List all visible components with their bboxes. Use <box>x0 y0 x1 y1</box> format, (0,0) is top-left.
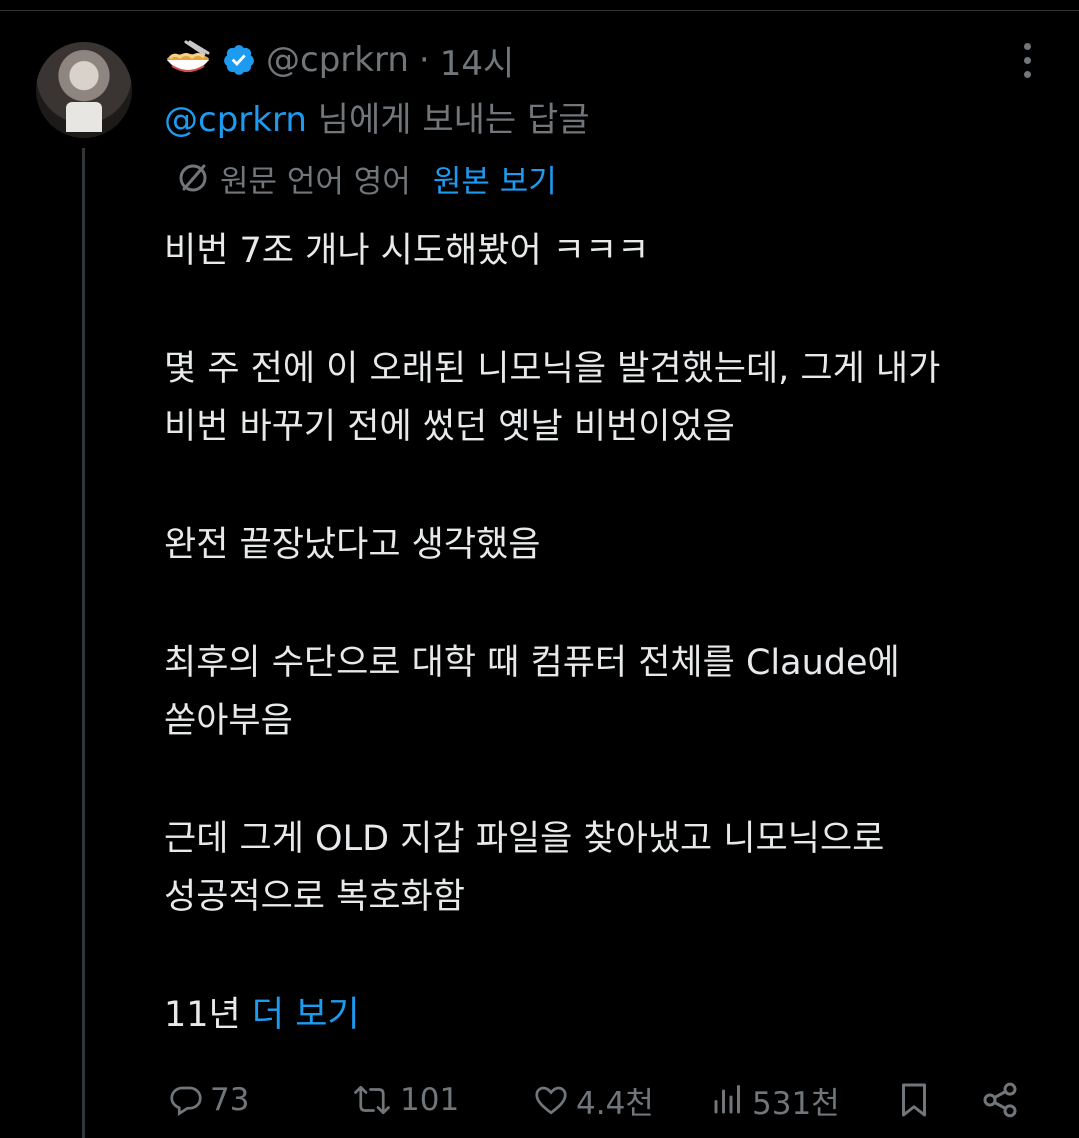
verified-badge-icon <box>222 43 256 77</box>
views-button[interactable]: 531천 <box>710 1072 840 1128</box>
tweet-paragraph: 근데 그게 OLD 지갑 파일을 찾아냈고 니모닉으로 성공적으로 복호화함 <box>164 819 885 917</box>
show-more-link[interactable]: 더 보기 <box>252 995 360 1035</box>
reply-mention-link[interactable]: @cprkrn <box>164 100 307 140</box>
noodle-bowl-emoji-icon <box>164 40 212 80</box>
translate-icon <box>176 161 210 195</box>
views-count: 531천 <box>752 1085 840 1122</box>
header-separator: · <box>418 40 430 80</box>
tweet-text: 비번 7조 개나 시도해봤어 ㅋㅋㅋ 몇 주 전에 이 오래된 니모닉을 발견했… <box>164 222 1044 1044</box>
share-button[interactable] <box>980 1072 1020 1128</box>
author-handle[interactable]: @cprkrn <box>266 40 409 80</box>
bookmark-button[interactable] <box>896 1072 932 1128</box>
reply-icon <box>168 1082 204 1118</box>
tweet-actions: 73 101 4.4천 531천 <box>164 1072 1034 1128</box>
truncated-text: 11년 <box>164 995 252 1035</box>
avatar[interactable] <box>36 42 132 138</box>
tweet-time[interactable]: 14시 <box>440 36 515 85</box>
reply-count: 73 <box>210 1082 250 1118</box>
like-count: 4.4천 <box>576 1085 654 1122</box>
tweet-paragraph: 몇 주 전에 이 오래된 니모닉을 발견했는데, 그게 내가 비번 바꾸기 전에… <box>164 349 941 447</box>
translation-label: 원문 언어 영어 <box>220 163 411 200</box>
tweet-paragraph: 완전 끝장났다고 생각했음 <box>164 525 541 565</box>
views-icon <box>710 1082 746 1118</box>
like-button[interactable]: 4.4천 <box>532 1072 654 1128</box>
tweet-paragraph: 비번 7조 개나 시도해봤어 ㅋㅋㅋ <box>164 231 650 271</box>
retweet-count: 101 <box>400 1082 460 1118</box>
share-icon <box>980 1080 1020 1120</box>
avatar-shirt <box>66 102 102 132</box>
retweet-button[interactable]: 101 <box>350 1072 459 1128</box>
retweet-icon <box>350 1082 394 1118</box>
show-original-link[interactable]: 원본 보기 <box>433 156 557 201</box>
tweet-paragraph: 최후의 수단으로 대학 때 컴퓨터 전체를 Claude에 쏟아부음 <box>164 643 900 741</box>
reply-context: @cprkrn 님에게 보내는 답글 <box>164 92 590 141</box>
bookmark-icon <box>896 1080 932 1120</box>
more-icon[interactable] <box>1012 40 1042 80</box>
reply-context-suffix: 님에게 보내는 답글 <box>306 100 590 140</box>
heart-icon <box>532 1082 570 1118</box>
reply-button[interactable]: 73 <box>168 1072 249 1128</box>
top-divider <box>0 10 1079 11</box>
translation-row: 원문 언어 영어 원본 보기 <box>176 156 557 200</box>
tweet-paragraph-truncated: 11년 더 보기 <box>164 986 1044 1044</box>
tweet-header: @cprkrn · 14시 <box>164 36 515 85</box>
thread-line <box>82 148 85 1138</box>
